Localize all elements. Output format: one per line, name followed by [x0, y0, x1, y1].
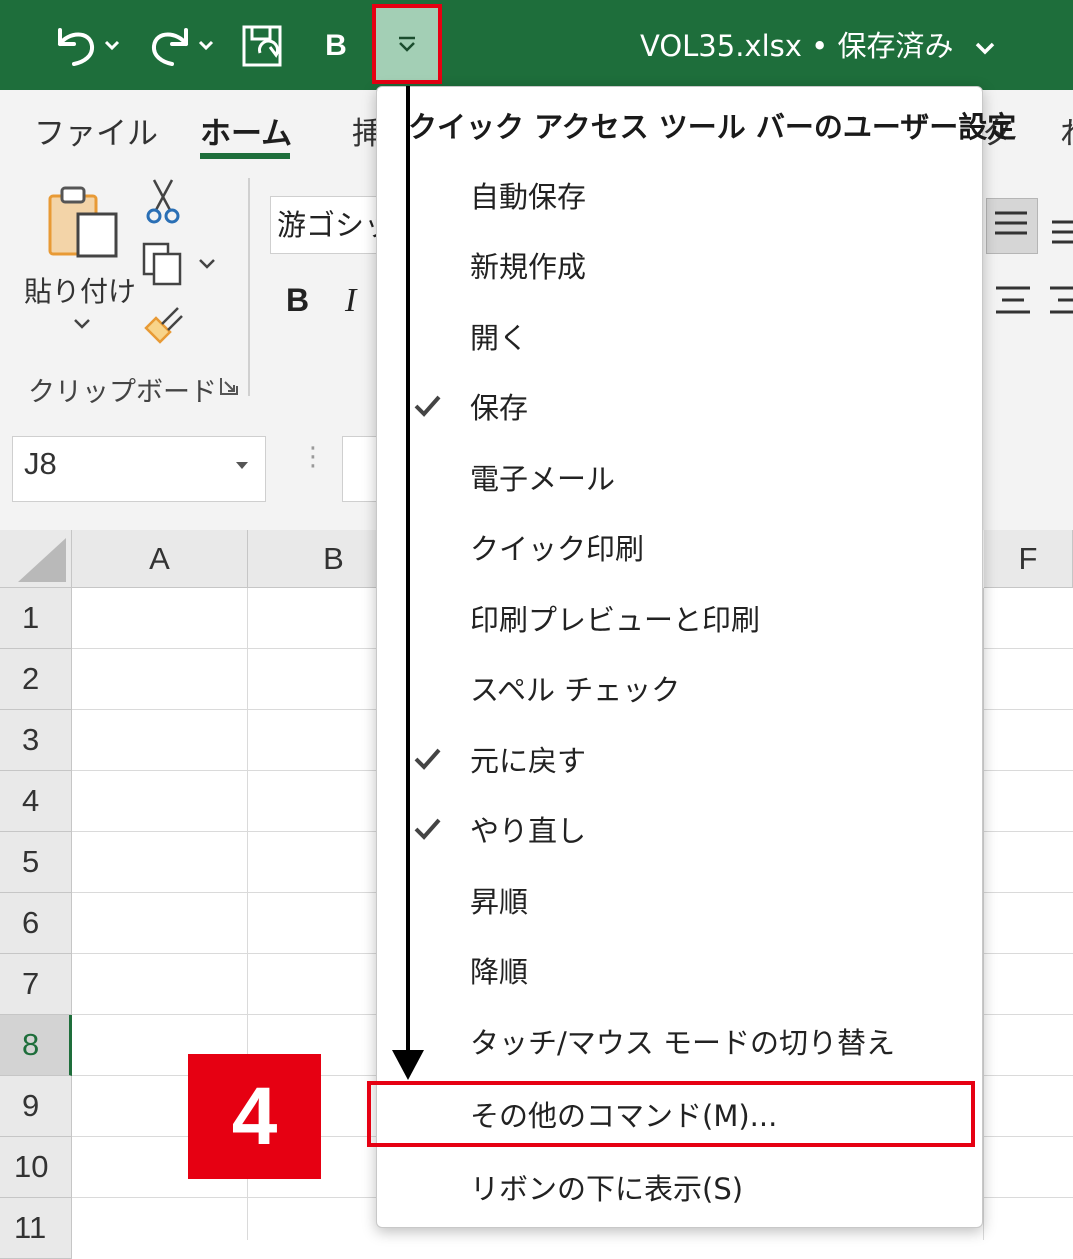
save-button[interactable]	[238, 22, 288, 70]
menu-item-redo[interactable]: やり直し	[380, 798, 976, 864]
clipboard-group-label: クリップボード	[28, 377, 217, 408]
menu-item-label: タッチ/マウス モードの切り替え	[470, 1026, 895, 1060]
menu-item-label: 昇順	[470, 885, 529, 919]
menu-item-label: 開く	[470, 321, 529, 355]
format-painter-button[interactable]	[142, 302, 186, 344]
menu-item-save[interactable]: 保存	[380, 375, 976, 441]
menu-item-open[interactable]: 開く	[380, 305, 976, 371]
tab-home[interactable]: ホーム	[200, 108, 292, 153]
row-header[interactable]: 3	[0, 710, 72, 771]
menu-item-label: スペル チェック	[470, 673, 681, 707]
tab-file[interactable]: ファイル	[34, 108, 158, 153]
align-right-button[interactable]	[1046, 282, 1073, 322]
copy-button[interactable]	[140, 240, 220, 288]
menu-item-spell-check[interactable]: スペル チェック	[380, 657, 976, 723]
row-header[interactable]: 11	[0, 1198, 72, 1259]
menu-item-label: 自動保存	[470, 180, 587, 214]
row-header[interactable]: 2	[0, 649, 72, 710]
column-header-f[interactable]: F	[984, 530, 1073, 588]
format-painter-icon	[144, 307, 183, 344]
align-icon	[1052, 220, 1073, 244]
menu-item-sort-descending[interactable]: 降順	[380, 939, 976, 1005]
row-header[interactable]: 10	[0, 1137, 72, 1198]
active-tab-indicator	[200, 153, 290, 159]
undo-icon	[58, 28, 120, 66]
document-title[interactable]: VOL35.xlsx • 保存済み	[640, 22, 997, 70]
row-header-active[interactable]: 8	[0, 1015, 72, 1076]
menu-item-autosave[interactable]: 自動保存	[380, 164, 976, 230]
ribbon-separator	[248, 178, 250, 396]
row-header[interactable]: 6	[0, 893, 72, 954]
menu-item-label: 元に戻す	[470, 744, 587, 778]
name-box-dropdown-icon[interactable]	[236, 462, 248, 469]
chevron-down-icon	[74, 319, 90, 329]
annotation-arrow-head	[392, 1050, 424, 1080]
menu-item-undo[interactable]: 元に戻す	[380, 728, 976, 794]
italic-button[interactable]: I	[345, 282, 356, 320]
menu-item-show-below-ribbon[interactable]: リボンの下に表示(S)	[380, 1156, 976, 1222]
menu-item-label: 保存	[470, 391, 529, 425]
formula-bar-grip-icon[interactable]: ⋮	[300, 444, 326, 470]
menu-item-label: 新規作成	[470, 250, 587, 284]
tab-partial-2[interactable]: ね	[1060, 108, 1073, 153]
font-name-box[interactable]: 游ゴシッ	[270, 196, 380, 254]
customize-qat-button[interactable]	[372, 4, 442, 84]
checkmark-icon	[414, 395, 441, 417]
undo-button[interactable]	[46, 22, 126, 70]
copy-icon	[142, 242, 215, 286]
checkmark-icon	[414, 818, 441, 840]
redo-button[interactable]	[142, 22, 222, 70]
chevron-down-icon	[975, 42, 994, 55]
menu-item-sort-ascending[interactable]: 昇順	[380, 869, 976, 935]
clipboard-dialog-launcher[interactable]	[219, 376, 239, 396]
menu-item-email[interactable]: 電子メール	[380, 446, 976, 512]
menu-item-label: 電子メール	[470, 462, 616, 496]
column-header-a[interactable]: A	[72, 530, 248, 588]
row-header[interactable]: 9	[0, 1076, 72, 1137]
menu-item-label: リボンの下に表示(S)	[470, 1172, 744, 1206]
paste-button[interactable]	[46, 184, 122, 260]
grid-line	[983, 588, 984, 1240]
checkmark-icon	[414, 748, 441, 770]
menu-item-new[interactable]: 新規作成	[380, 234, 976, 300]
menu-item-label: 降順	[470, 955, 529, 989]
menu-item-label: クイック印刷	[470, 532, 645, 566]
annotation-arrow-line	[406, 86, 410, 1056]
align-middle-button[interactable]	[1046, 212, 1073, 248]
menu-item-touch-mouse-mode[interactable]: タッチ/マウス モードの切り替え	[380, 1010, 976, 1076]
cut-button[interactable]	[146, 178, 180, 224]
row-header[interactable]: 1	[0, 588, 72, 649]
dialog-launcher-icon	[220, 378, 238, 395]
save-icon	[242, 25, 282, 67]
row-header[interactable]: 5	[0, 832, 72, 893]
menu-header: クイック アクセス ツール バーのユーザー設定	[408, 110, 1017, 144]
chevron-down-icon	[399, 36, 415, 52]
bold-button[interactable]: B	[286, 282, 309, 319]
menu-item-print-preview[interactable]: 印刷プレビューと印刷	[380, 587, 976, 653]
step-number-badge: 4	[188, 1054, 321, 1179]
align-icon	[1050, 286, 1073, 314]
align-center-button[interactable]	[992, 282, 1036, 322]
highlight-box	[367, 1081, 975, 1147]
select-all-triangle-icon	[18, 538, 66, 582]
menu-item-quick-print[interactable]: クイック印刷	[380, 516, 976, 582]
document-title-text: VOL35.xlsx • 保存済み	[640, 29, 954, 63]
align-icon	[995, 211, 1027, 235]
menu-item-label: 印刷プレビューと印刷	[470, 603, 761, 637]
qat-bold-button[interactable]: B	[316, 22, 356, 70]
name-box-value: J8	[24, 446, 57, 481]
align-icon	[996, 286, 1030, 314]
redo-icon	[151, 28, 214, 66]
align-top-button[interactable]	[986, 198, 1038, 254]
paste-label[interactable]: 貼り付け	[24, 270, 136, 310]
paste-icon	[48, 186, 118, 258]
menu-item-label: やり直し	[470, 814, 587, 848]
scissors-icon	[146, 179, 180, 224]
paste-dropdown[interactable]	[72, 312, 92, 336]
row-header[interactable]: 7	[0, 954, 72, 1015]
row-header[interactable]: 4	[0, 771, 72, 832]
